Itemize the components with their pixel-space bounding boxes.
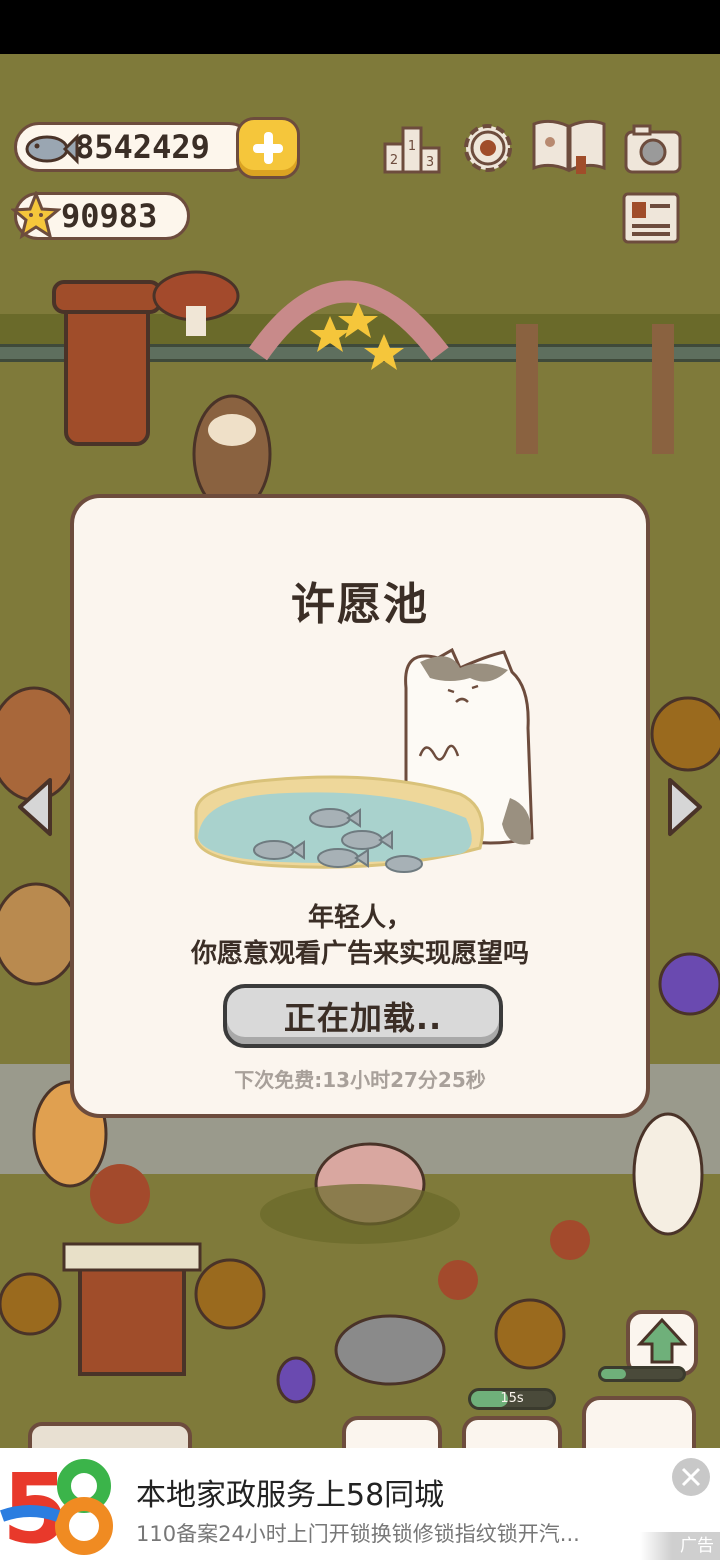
timer-progress: 15s — [468, 1388, 556, 1410]
star-icon — [11, 191, 61, 240]
newspaper-icon[interactable] — [620, 190, 682, 246]
upgrade-arrow-icon — [636, 1317, 688, 1364]
ad-title[interactable]: 本地家政服务上58同城 — [136, 1470, 444, 1514]
close-icon-glyph — [681, 1467, 701, 1487]
ad-label: 广告 — [640, 1532, 720, 1560]
fish-amount: 8542429 — [75, 128, 210, 166]
swing-frame — [516, 324, 538, 454]
prompt-line-1: 年轻人， — [307, 903, 412, 933]
star-currency: 90983 — [11, 191, 190, 240]
mailbox — [64, 292, 150, 446]
close-icon[interactable] — [672, 1458, 710, 1496]
prompt-line-2: 你愿意观看广告来实现愿望吗 — [190, 939, 529, 969]
watch-ad-button[interactable]: 正在加载.. — [223, 984, 503, 1048]
ad-description[interactable]: 110备案24小时上门开锁换锁修锁指纹锁开汽... — [136, 1518, 616, 1548]
star-amount: 90983 — [61, 197, 158, 235]
progress-label: 15s — [500, 1391, 524, 1406]
cat-wishing-well-illustration — [194, 648, 534, 873]
fish-currency: 8542429 — [14, 122, 254, 172]
watering-can — [334, 1314, 446, 1386]
ad-prompt: 年轻人， 你愿意观看广告来实现愿望吗 — [74, 900, 646, 972]
podium-icon[interactable]: 2 1 3 — [381, 118, 443, 178]
gear-icon[interactable] — [457, 118, 519, 178]
book-icon[interactable] — [530, 116, 608, 176]
white-dog — [632, 1112, 704, 1236]
svg-text:1: 1 — [408, 139, 416, 154]
dialog-title: 许愿池 — [291, 579, 429, 630]
bottom-tool — [342, 1416, 442, 1448]
free-timer: 下次免费:13小时27分25秒 — [234, 1068, 486, 1092]
fish-icon — [25, 133, 79, 165]
ad-banner[interactable]: 5 本地家政服务上58同城 110备案24小时上门开锁换锁修锁指纹锁开汽... … — [0, 1448, 720, 1560]
camera-icon[interactable] — [622, 120, 684, 180]
status-bar — [0, 0, 720, 54]
58-logo: 5 — [0, 1456, 113, 1556]
status-bar-small — [598, 1366, 686, 1382]
svg-text:2: 2 — [390, 153, 398, 168]
buy-currency-button[interactable] — [236, 117, 300, 179]
cabinet — [78, 1252, 186, 1376]
right-arrow-icon[interactable] — [664, 776, 706, 838]
left-arrow-icon[interactable] — [14, 776, 56, 838]
svg-text:3: 3 — [426, 155, 434, 170]
wishing-well-dialog: 许愿池 年轻人， 你愿意观看广告来实现愿望吗 正在加载.. 下次免费:13小时2… — [70, 494, 650, 1118]
